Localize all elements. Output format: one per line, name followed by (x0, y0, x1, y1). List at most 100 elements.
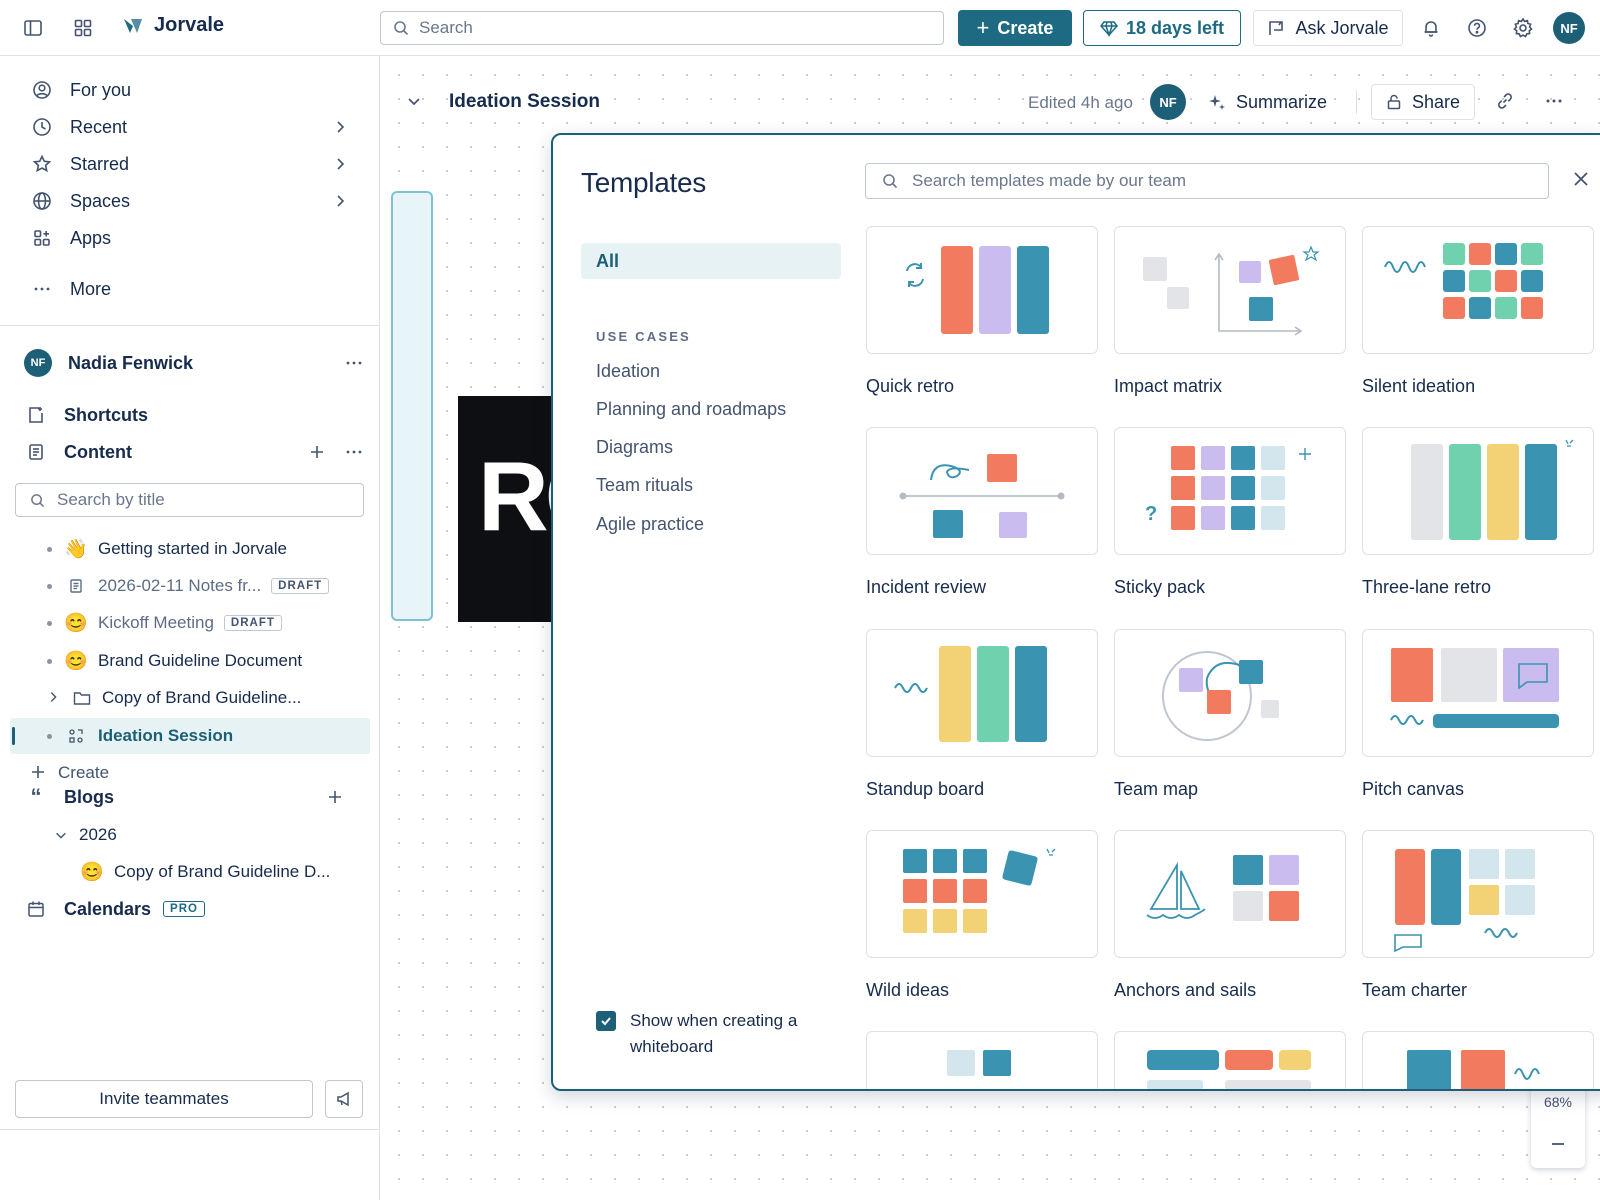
sidebar: For you Recent Starred Spaces Apps More … (0, 56, 380, 1200)
search-icon (394, 21, 409, 36)
app-logo[interactable]: Jorvale (122, 14, 224, 37)
help-icon[interactable] (1461, 12, 1493, 44)
page-title[interactable]: Ideation Session (449, 91, 600, 113)
space-header[interactable]: NF Nadia Fenwick (24, 346, 364, 380)
content-section[interactable]: Content (24, 435, 364, 469)
bullet (47, 659, 52, 664)
sidebar-item-more[interactable]: More (20, 272, 360, 306)
template-card-team-map[interactable] (1114, 629, 1346, 757)
user-avatar[interactable]: NF (1553, 12, 1585, 44)
category-ideation[interactable]: Ideation (596, 361, 660, 382)
feedback-megaphone-button[interactable] (325, 1080, 363, 1118)
plus-icon (30, 764, 46, 780)
folder-icon (70, 686, 94, 710)
search-input[interactable]: Search (380, 11, 944, 45)
sidebar-item-for-you[interactable]: For you (20, 73, 360, 107)
canvas-frame-shape[interactable] (391, 191, 433, 621)
notifications-icon[interactable] (1415, 12, 1447, 44)
invite-teammates-button[interactable]: Invite teammates (15, 1080, 313, 1118)
category-team-rituals[interactable]: Team rituals (596, 475, 693, 496)
summarize-button[interactable]: Summarize (1208, 85, 1327, 119)
show-on-create-option[interactable]: Show when creating a whiteboard (596, 1011, 820, 1060)
create-button[interactable]: + Create (958, 10, 1072, 46)
template-card-quick-retro[interactable] (866, 226, 1098, 354)
show-on-create-checkbox[interactable] (596, 1011, 616, 1031)
tree-item[interactable]: Copy of Brand Guideline... (10, 680, 370, 716)
template-card-wild-ideas[interactable] (866, 830, 1098, 958)
template-card-partial[interactable] (866, 1031, 1098, 1089)
chevron-right-icon (332, 193, 348, 209)
category-all[interactable]: All (581, 243, 841, 279)
more-options-icon[interactable] (344, 353, 364, 373)
template-card-standup-board[interactable] (866, 629, 1098, 757)
close-icon[interactable] (1571, 169, 1595, 193)
shortcuts-section[interactable]: Shortcuts (24, 398, 364, 432)
trial-label: 18 days left (1125, 17, 1225, 38)
sidebar-item-apps[interactable]: Apps (20, 221, 360, 255)
ask-ai-button[interactable]: Ask Jorvale (1253, 10, 1403, 46)
template-card-three-lane-retro[interactable] (1362, 427, 1594, 555)
megaphone-icon (337, 1091, 349, 1107)
bullet (47, 547, 52, 552)
collaborator-avatar[interactable]: NF (1150, 84, 1186, 120)
content-more-icon[interactable] (344, 442, 364, 462)
canvas-text-card[interactable]: RC (458, 396, 558, 622)
sidebar-item-spaces[interactable]: Spaces (20, 184, 360, 218)
tree-item[interactable]: 👋 Getting started in Jorvale (10, 531, 370, 567)
chevron-right-icon[interactable] (46, 690, 60, 704)
share-button[interactable]: Share (1371, 84, 1475, 120)
whiteboard-icon (64, 724, 88, 748)
quote-icon: “ (30, 784, 42, 809)
template-card-partial[interactable] (1362, 1031, 1594, 1089)
template-card-team-charter[interactable] (1362, 830, 1594, 958)
add-blog-icon[interactable] (326, 788, 344, 806)
category-diagrams[interactable]: Diagrams (596, 437, 673, 458)
plus-icon: + (976, 15, 990, 40)
sidebar-item-recent[interactable]: Recent (20, 110, 360, 144)
tree-item[interactable]: 😊 Brand Guideline Document (10, 643, 370, 679)
divider (1356, 90, 1357, 114)
zoom-level[interactable]: 68% (1531, 1094, 1585, 1110)
template-card-incident-review[interactable] (866, 427, 1098, 555)
zoom-out-button[interactable] (1548, 1134, 1568, 1154)
diamond-icon (1100, 21, 1118, 37)
sidebar-item-starred[interactable]: Starred (20, 147, 360, 181)
pitch-canvas-thumbnail (1390, 648, 1559, 728)
trial-button[interactable]: 18 days left (1083, 10, 1241, 46)
template-label: Team charter (1362, 980, 1468, 1000)
template-card-pitch-canvas[interactable] (1362, 629, 1594, 757)
tree-item[interactable]: 2026-02-11 Notes fr... DRAFT (10, 568, 370, 604)
bullet (47, 584, 52, 589)
template-card-partial[interactable] (1114, 1031, 1346, 1089)
blog-item[interactable]: 😊 Copy of Brand Guideline D... (10, 854, 370, 890)
add-content-icon[interactable] (308, 443, 326, 461)
draft-badge: DRAFT (271, 578, 330, 594)
tree-item-active[interactable]: Ideation Session (10, 718, 370, 754)
lock-icon (1387, 94, 1401, 110)
document-more-icon[interactable] (1544, 91, 1564, 111)
sidebar-toggle-icon[interactable] (17, 12, 49, 44)
template-card-anchors-and-sails[interactable] (1114, 830, 1346, 958)
jorvale-logo-icon (124, 18, 142, 33)
chevron-right-icon (332, 119, 348, 135)
app-switcher-icon[interactable] (67, 12, 99, 44)
template-card-sticky-pack[interactable]: ? (1114, 427, 1346, 555)
copy-link-icon[interactable] (1495, 91, 1515, 111)
tree-item[interactable]: 😊 Kickoff Meeting DRAFT (10, 605, 370, 641)
space-avatar: NF (24, 349, 52, 377)
document-icon (24, 440, 48, 464)
template-card-impact-matrix[interactable] (1114, 226, 1346, 354)
collapse-chevron-icon[interactable] (406, 93, 422, 109)
blog-year[interactable]: 2026 (10, 817, 370, 853)
blogs-section[interactable]: “ Blogs (24, 780, 364, 814)
calendars-section[interactable]: Calendars PRO (24, 892, 364, 926)
template-label: Anchors and sails (1114, 980, 1257, 1000)
templates-search-input[interactable]: Search templates made by our team (865, 163, 1549, 199)
divider (0, 1129, 380, 1130)
space-name: Nadia Fenwick (68, 352, 194, 373)
template-card-silent-ideation[interactable] (1362, 226, 1594, 354)
settings-gear-icon[interactable] (1507, 12, 1539, 44)
category-agile[interactable]: Agile practice (596, 514, 704, 535)
category-planning[interactable]: Planning and roadmaps (596, 399, 786, 420)
content-search-input[interactable]: Search by title (15, 483, 364, 517)
